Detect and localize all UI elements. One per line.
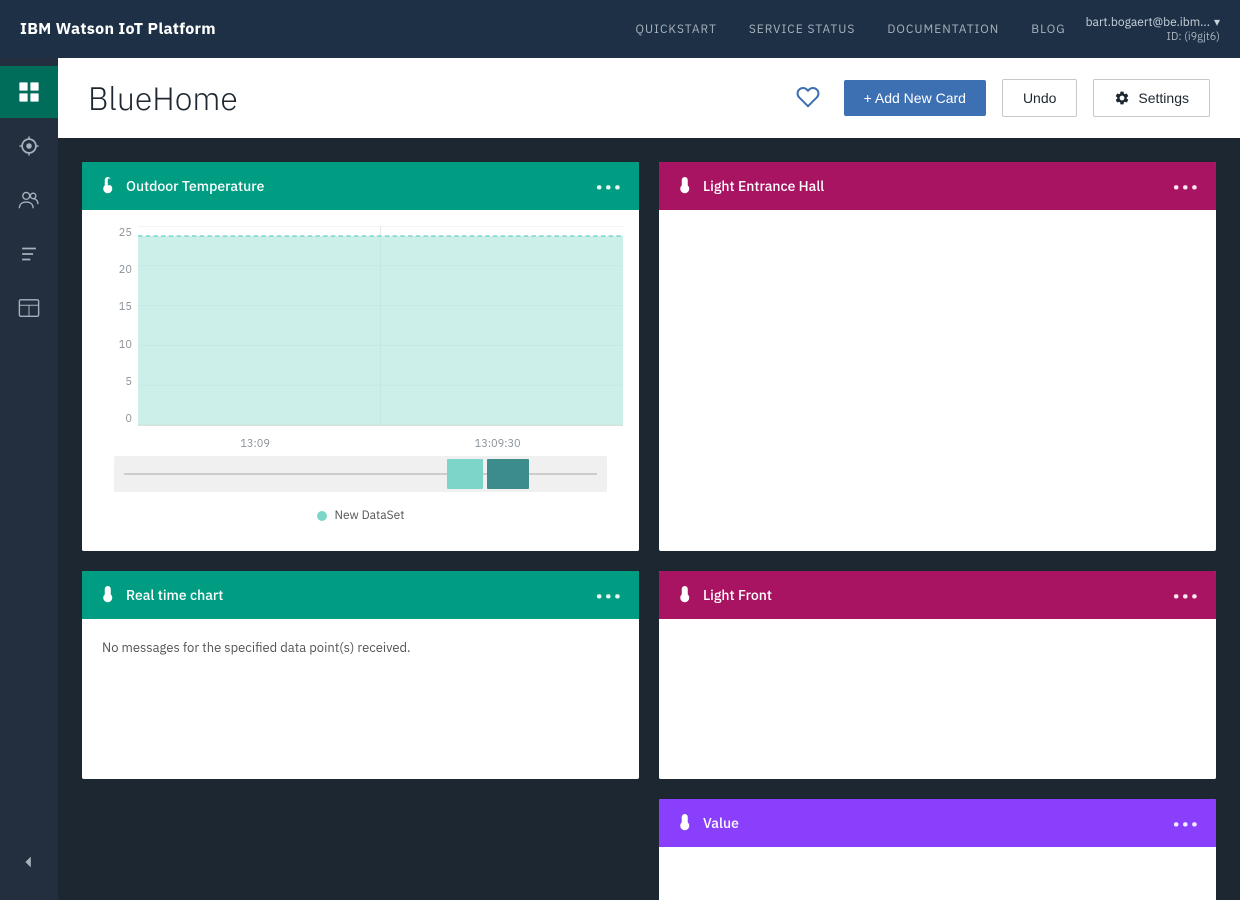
sidebar bbox=[0, 58, 58, 900]
scroll-handle bbox=[447, 456, 547, 492]
brand-name-plain: IBM Watson bbox=[20, 19, 118, 39]
value-menu[interactable]: ••• bbox=[1173, 812, 1200, 835]
light-entrance-body bbox=[659, 210, 1216, 370]
settings-label: Settings bbox=[1138, 90, 1189, 106]
sidebar-item-boards[interactable] bbox=[0, 282, 58, 334]
y-label-0: 0 bbox=[125, 412, 132, 426]
light-front-body bbox=[659, 619, 1216, 779]
light-front-card: Light Front ••• bbox=[659, 571, 1216, 779]
y-label-15: 15 bbox=[119, 300, 132, 314]
undo-button[interactable]: Undo bbox=[1002, 79, 1077, 117]
brand-name-bold: IoT bbox=[118, 19, 143, 39]
value-title: Value bbox=[703, 814, 1163, 832]
card-widget-icon-3 bbox=[98, 586, 116, 604]
cards-grid: Outdoor Temperature ••• 25 20 15 10 5 0 bbox=[58, 138, 1240, 900]
outdoor-temp-card: Outdoor Temperature ••• 25 20 15 10 5 0 bbox=[82, 162, 639, 551]
realtime-card-header: Real time chart ••• bbox=[82, 571, 639, 619]
value-card-header: Value ••• bbox=[659, 799, 1216, 847]
main-content: BlueHome + Add New Card Undo Settings Ou… bbox=[58, 58, 1240, 900]
light-entrance-header: Light Entrance Hall ••• bbox=[659, 162, 1216, 210]
settings-gear-icon bbox=[1114, 90, 1130, 106]
value-card: Value ••• bbox=[659, 799, 1216, 900]
nav-quickstart[interactable]: QUICKSTART bbox=[636, 22, 717, 37]
y-label-5: 5 bbox=[125, 375, 132, 389]
chart-plot bbox=[138, 226, 623, 426]
y-label-25: 25 bbox=[119, 226, 132, 240]
sidebar-item-rules[interactable] bbox=[0, 228, 58, 280]
legend-label: New DataSet bbox=[335, 508, 405, 523]
chart-y-axis: 25 20 15 10 5 0 bbox=[98, 226, 138, 426]
outdoor-temp-card-header: Outdoor Temperature ••• bbox=[82, 162, 639, 210]
boards-icon bbox=[18, 297, 40, 319]
card-widget-icon-2 bbox=[675, 177, 693, 195]
sidebar-collapse-button[interactable] bbox=[0, 844, 58, 880]
card-widget-icon-5 bbox=[675, 814, 693, 832]
scroll-range[interactable] bbox=[114, 456, 607, 492]
nav-documentation[interactable]: DOCUMENTATION bbox=[887, 22, 999, 37]
scroll-bar-dark bbox=[487, 459, 529, 489]
user-email: bart.bogaert@be.ibm... ▾ bbox=[1086, 15, 1220, 30]
nav-links: QUICKSTART SERVICE STATUS DOCUMENTATION … bbox=[636, 22, 1066, 37]
chart-legend: New DataSet bbox=[98, 508, 623, 535]
chart-x-labels: 13:09 13:09:30 bbox=[138, 432, 623, 456]
realtime-menu[interactable]: ••• bbox=[596, 584, 623, 607]
dashboard-icon bbox=[18, 81, 40, 103]
light-front-menu[interactable]: ••• bbox=[1173, 584, 1200, 607]
card-widget-icon-4 bbox=[675, 586, 693, 604]
light-entrance-card: Light Entrance Hall ••• bbox=[659, 162, 1216, 551]
sidebar-item-devices[interactable] bbox=[0, 120, 58, 172]
realtime-empty-message: No messages for the specified data point… bbox=[102, 639, 619, 656]
chart-container: 25 20 15 10 5 0 bbox=[98, 226, 623, 456]
realtime-title: Real time chart bbox=[126, 586, 586, 604]
sidebar-item-members[interactable] bbox=[0, 174, 58, 226]
nav-blog[interactable]: BLOG bbox=[1031, 22, 1065, 37]
page-header: BlueHome + Add New Card Undo Settings bbox=[58, 58, 1240, 138]
x-label-130930: 13:09:30 bbox=[475, 437, 521, 451]
light-front-title: Light Front bbox=[703, 586, 1163, 604]
realtime-body: No messages for the specified data point… bbox=[82, 619, 639, 779]
legend-dot bbox=[317, 511, 327, 521]
top-navigation: IBM Watson IoT Platform QUICKSTART SERVI… bbox=[0, 0, 1240, 58]
card-widget-icon bbox=[98, 177, 116, 195]
light-entrance-menu[interactable]: ••• bbox=[1173, 175, 1200, 198]
scroll-bar-teal bbox=[447, 459, 483, 489]
rules-icon bbox=[18, 243, 40, 265]
y-label-20: 20 bbox=[119, 263, 132, 277]
brand-name-rest: Platform bbox=[143, 19, 215, 39]
add-card-button[interactable]: + Add New Card bbox=[844, 80, 986, 116]
y-label-10: 10 bbox=[119, 338, 132, 352]
user-id: ID: (i9gjt6) bbox=[1167, 30, 1220, 44]
heart-icon bbox=[796, 85, 820, 109]
collapse-icon bbox=[20, 853, 38, 871]
value-body bbox=[659, 847, 1216, 900]
realtime-card: Real time chart ••• No messages for the … bbox=[82, 571, 639, 779]
chart-svg bbox=[138, 226, 623, 425]
devices-icon bbox=[18, 135, 40, 157]
x-label-1309: 13:09 bbox=[240, 437, 270, 451]
nav-service-status[interactable]: SERVICE STATUS bbox=[749, 22, 856, 37]
outdoor-temp-title: Outdoor Temperature bbox=[126, 177, 586, 195]
chart-area: 25 20 15 10 5 0 bbox=[82, 210, 639, 551]
settings-button[interactable]: Settings bbox=[1093, 79, 1210, 117]
light-entrance-title: Light Entrance Hall bbox=[703, 177, 1163, 195]
members-icon bbox=[18, 189, 40, 211]
light-front-header: Light Front ••• bbox=[659, 571, 1216, 619]
outdoor-temp-menu[interactable]: ••• bbox=[596, 175, 623, 198]
dropdown-icon[interactable]: ▾ bbox=[1214, 15, 1220, 30]
page-title: BlueHome bbox=[88, 77, 772, 119]
sidebar-item-dashboard[interactable] bbox=[0, 66, 58, 118]
user-info: bart.bogaert@be.ibm... ▾ ID: (i9gjt6) bbox=[1086, 15, 1220, 44]
favorite-button[interactable] bbox=[788, 77, 828, 120]
brand-logo: IBM Watson IoT Platform bbox=[20, 19, 216, 39]
